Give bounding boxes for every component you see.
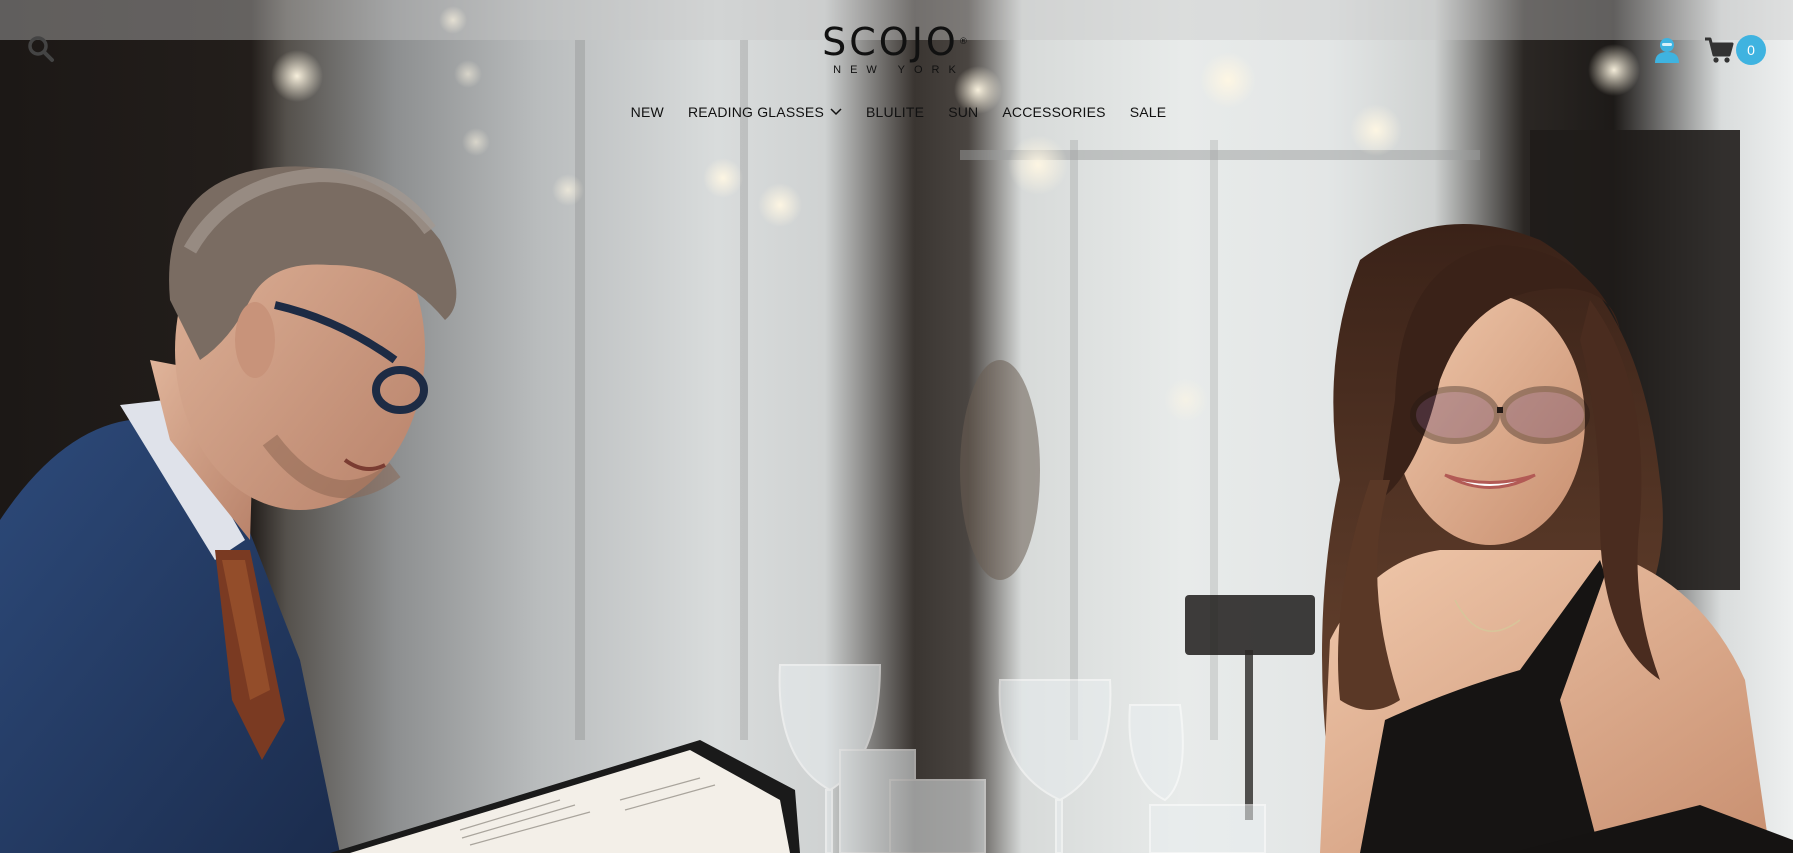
nav-item-sun[interactable]: SUN [948, 104, 978, 120]
cart-button[interactable] [1704, 36, 1734, 64]
site-logo[interactable]: SCOJO® NEW YORK [810, 22, 980, 76]
page: SCOJO® NEW YORK NEW READING GLASSES BLUL… [0, 0, 1793, 853]
user-icon [1655, 38, 1679, 63]
nav-item-new[interactable]: NEW [631, 104, 664, 120]
nav-item-label: ACCESSORIES [1002, 104, 1106, 120]
nav-item-sale[interactable]: SALE [1130, 104, 1167, 120]
nav-item-accessories[interactable]: ACCESSORIES [1002, 104, 1105, 120]
nav-item-label: READING GLASSES [687, 104, 824, 120]
nav-item-label: BLULITE [865, 104, 925, 120]
nav-item-label: NEW [630, 104, 664, 120]
logo-tagline: NEW YORK [833, 64, 965, 76]
search-icon [28, 36, 54, 62]
nav-item-reading-glasses[interactable]: READING GLASSES [688, 104, 842, 120]
nav-item-label: SALE [1129, 104, 1167, 120]
cart-count-badge[interactable]: 0 [1736, 35, 1766, 65]
search-button[interactable] [26, 34, 56, 64]
nav-item-label: SUN [948, 104, 979, 120]
cart-icon [1705, 37, 1734, 63]
nav-item-blulite[interactable]: BLULITE [866, 104, 924, 120]
chevron-down-icon [830, 108, 842, 116]
logo-wordmark: SCOJO® [822, 20, 968, 64]
hero-photo [0, 0, 1793, 853]
account-button[interactable] [1654, 36, 1680, 64]
hero-image [0, 0, 1793, 853]
main-nav: NEW READING GLASSES BLULITE SUN ACCESSOR… [0, 104, 1793, 120]
